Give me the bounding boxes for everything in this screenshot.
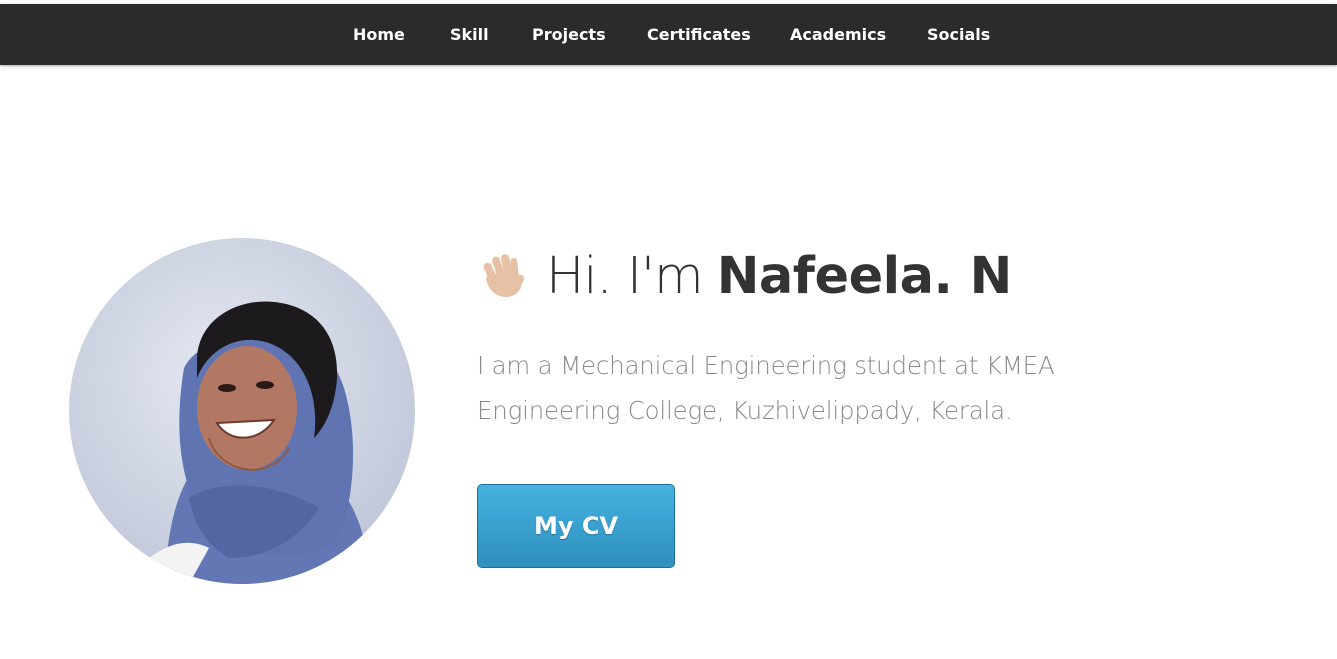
nav-projects[interactable]: Projects <box>532 4 606 65</box>
person-name: Nafeela. N <box>716 246 1013 306</box>
nav-socials[interactable]: Socials <box>927 4 990 65</box>
greeting-prefix: Hi. I'm <box>546 246 704 306</box>
nav-home[interactable]: Home <box>353 4 405 65</box>
nav-skill[interactable]: Skill <box>450 4 489 65</box>
top-navbar: Home Skill Projects Certificates Academi… <box>0 4 1337 65</box>
intro-text: I am a Mechanical Engineering student at… <box>477 351 1055 425</box>
profile-photo <box>69 238 415 584</box>
hero-greeting: Hi. I'm Nafeela. N <box>478 240 1012 312</box>
my-cv-button[interactable]: My CV <box>477 484 675 568</box>
nav-academics[interactable]: Academics <box>790 4 886 65</box>
nav-certificates[interactable]: Certificates <box>647 4 751 65</box>
waving-hand-icon <box>483 254 525 298</box>
